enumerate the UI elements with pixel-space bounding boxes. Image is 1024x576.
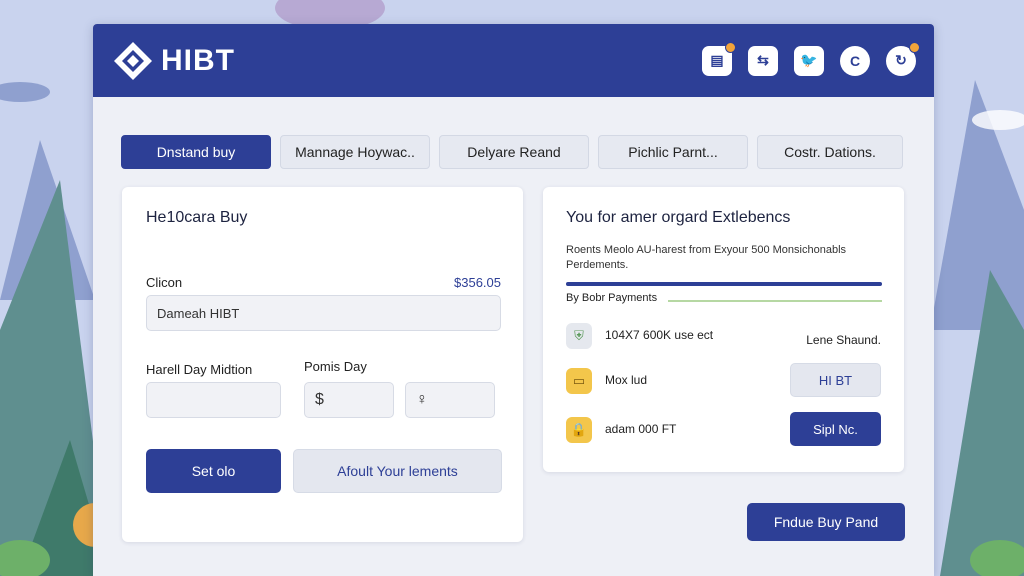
exchange-icon[interactable]: ⇆ (748, 45, 778, 76)
buy-card-title: He10cara Buy (146, 209, 248, 226)
payment-item-text: adam 000 FT (605, 422, 677, 436)
payments-card-title: You for amer orgard Extlebencs (566, 209, 791, 226)
c-icon[interactable]: C (840, 45, 870, 76)
tab-0[interactable]: Dnstand buy (121, 135, 271, 169)
exchange-icon-glyph: ⇆ (757, 52, 769, 68)
payment-action-0[interactable]: Lene Shaund. (806, 333, 881, 347)
document-icon[interactable]: ▤ (702, 41, 736, 76)
harell-input[interactable] (146, 382, 281, 418)
payment-item-text: 104X7 600K use ect (605, 328, 714, 342)
clicon-label: Clicon (146, 275, 183, 290)
payment-item-text: Mox lud (605, 373, 648, 387)
refresh-icon[interactable]: ↻ (886, 41, 920, 76)
set-button[interactable]: Set olo (146, 449, 281, 493)
notification-badge (725, 41, 736, 53)
currency-input[interactable]: $ (304, 382, 394, 418)
find-buy-button[interactable]: Fndue Buy Pand (747, 503, 905, 541)
wallet-icon: ▭ (566, 368, 592, 394)
lock-icon: 🔒 (566, 417, 592, 443)
tab-2[interactable]: Delyare Reand (439, 135, 589, 169)
payment-action-1[interactable]: HI BT (790, 363, 881, 397)
pomis-label: Pomis Day (304, 359, 367, 374)
section-label: By Bobr Payments (566, 292, 658, 304)
bulb-icon: ♀ (416, 391, 428, 408)
payments-description: Roents Meolo AU-harest from Exyour 500 M… (566, 244, 847, 271)
twitter-icon-glyph: 🐦 (800, 52, 818, 68)
twitter-icon[interactable]: 🐦 (794, 45, 824, 76)
app-window: HIBT ▤ ⇆ 🐦 C ↻ Dnstand buy Mannage Hoywac.. De… (93, 24, 934, 576)
section-divider (668, 300, 882, 302)
hibt-logo-icon (114, 41, 152, 80)
refresh-icon-glyph: ↻ (895, 52, 907, 68)
shield-icon: ⛨ (566, 323, 592, 349)
document-icon-glyph: ▤ (710, 52, 724, 68)
buy-card: He10cara Buy Clicon $356.05 Dameah HIBT … (122, 187, 523, 542)
tab-1[interactable]: Mannage Hoywac.. (280, 135, 430, 169)
logo[interactable]: HIBT (111, 39, 235, 83)
harell-label: Harell Day Midtion (146, 362, 253, 377)
top-bar: HIBT ▤ ⇆ 🐦 C ↻ (93, 24, 934, 97)
tab-4[interactable]: Costr. Dations. (757, 135, 903, 169)
c-icon-glyph: C (849, 52, 861, 69)
payment-action-2[interactable]: Sipl Nc. (790, 412, 881, 446)
amount-value: $356.05 (454, 275, 501, 290)
progress-bar (566, 282, 882, 286)
header-icons: ▤ ⇆ 🐦 C ↻ (702, 41, 920, 76)
payments-card: You for amer orgard Extlebencs Roents Me… (543, 187, 904, 472)
account-button[interactable]: Afoult Your lements (293, 449, 502, 493)
notification-badge (909, 41, 920, 53)
tab-bar: Dnstand buy Mannage Hoywac.. Delyare Reand… (121, 135, 903, 169)
progress-fill (566, 282, 882, 286)
tab-3[interactable]: Pichlic Parnt... (598, 135, 748, 169)
dollar-icon: $ (315, 391, 324, 408)
asset-input[interactable]: Dameah HIBT (146, 295, 501, 331)
app-title: HIBT (161, 43, 235, 77)
hint-input[interactable]: ♀ (405, 382, 495, 418)
